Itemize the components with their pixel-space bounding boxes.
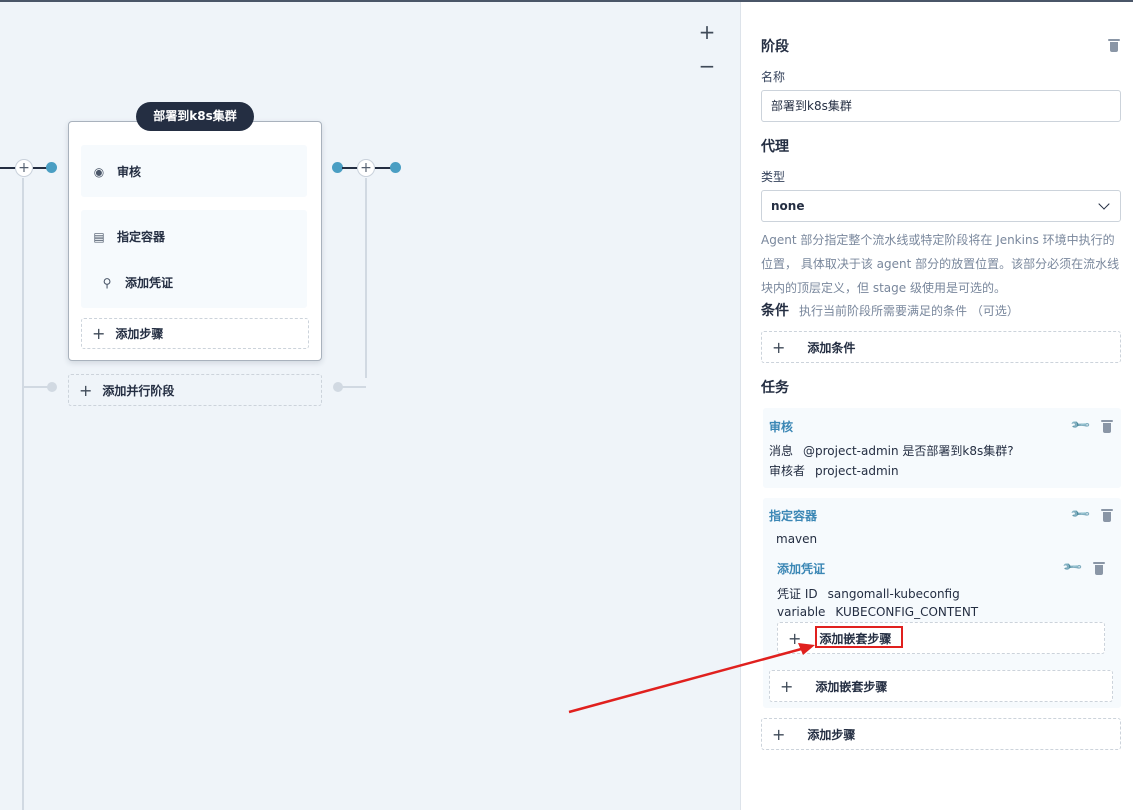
insert-stage-plus-icon[interactable]: + bbox=[357, 159, 375, 177]
connector-dot bbox=[390, 162, 401, 173]
stage-title[interactable]: 部署到k8s集群 bbox=[136, 102, 254, 131]
plus-icon: + bbox=[788, 628, 802, 648]
container-name: maven bbox=[776, 532, 818, 546]
stage-settings-panel: 阶段 名称 部署到k8s集群 代理 类型 none Agent 部分指定整个流水… bbox=[740, 2, 1133, 810]
add-nested-step-label: 添加嵌套步骤 bbox=[815, 679, 888, 694]
add-step-label: 添加步骤 bbox=[115, 327, 164, 341]
stage-name-input[interactable]: 部署到k8s集群 bbox=[761, 90, 1121, 122]
credential-id-key: 凭证 ID bbox=[777, 587, 818, 601]
chevron-down-icon bbox=[1098, 198, 1110, 210]
annotation-highlight-box bbox=[815, 626, 903, 648]
credential-variable: variable KUBECONFIG_CONTENT bbox=[777, 605, 978, 619]
task-container[interactable]: 指定容器 🔧 maven 添加凭证 🔧 凭证 ID sangomall-kubec… bbox=[763, 498, 1121, 708]
edit-wrench-icon[interactable]: 🔧 bbox=[1070, 503, 1092, 525]
task-title: 审核 bbox=[769, 420, 794, 434]
plus-icon: + bbox=[780, 676, 794, 696]
message-value: @project-admin 是否部署到k8s集群? bbox=[803, 444, 1014, 458]
review-icon: ◉ bbox=[93, 164, 105, 179]
stage-card[interactable]: ◉ 审核 ▤ 指定容器 ⚲ 添加凭证 + 添加步骤 bbox=[68, 121, 322, 361]
task-message: 消息 @project-admin 是否部署到k8s集群? bbox=[769, 442, 1014, 459]
edit-wrench-icon[interactable]: 🔧 bbox=[1070, 414, 1092, 436]
name-label: 名称 bbox=[761, 70, 786, 84]
add-condition-button[interactable]: + 添加条件 bbox=[761, 331, 1121, 363]
section-agent-heading: 代理 bbox=[761, 139, 789, 155]
parallel-connector-dot bbox=[333, 382, 343, 392]
delete-task-trash-icon[interactable] bbox=[1101, 508, 1113, 522]
parallel-branch-line bbox=[342, 386, 366, 388]
agent-description: Agent 部分指定整个流水线或特定阶段将在 Jenkins 环境中执行的位置，… bbox=[761, 233, 1120, 295]
delete-nested-task-trash-icon[interactable] bbox=[1093, 561, 1105, 575]
nested-task-title: 添加凭证 bbox=[777, 562, 826, 576]
plus-icon: + bbox=[79, 380, 93, 400]
add-condition-label: 添加条件 bbox=[807, 340, 856, 355]
task-review[interactable]: 审核 🔧 消息 @project-admin 是否部署到k8s集群? 审核者 pro… bbox=[763, 408, 1121, 488]
connector-line bbox=[33, 167, 47, 169]
parallel-branch-line bbox=[24, 386, 48, 388]
credential-id-value: sangomall-kubeconfig bbox=[827, 587, 960, 601]
message-key: 消息 bbox=[769, 444, 794, 458]
section-condition-heading: 条件 bbox=[761, 303, 789, 319]
credential-id: 凭证 ID sangomall-kubeconfig bbox=[777, 585, 960, 602]
add-step-button[interactable]: + 添加步骤 bbox=[81, 318, 309, 349]
reviewer-key: 审核者 bbox=[769, 464, 806, 478]
variable-value: KUBECONFIG_CONTENT bbox=[835, 605, 979, 619]
section-tasks-heading: 任务 bbox=[761, 380, 789, 396]
type-label: 类型 bbox=[761, 170, 786, 184]
connector-line bbox=[0, 167, 16, 169]
step-label: 审核 bbox=[117, 165, 142, 179]
connector-line bbox=[342, 167, 358, 169]
task-reviewer: 审核者 project-admin bbox=[769, 462, 899, 479]
delete-stage-trash-icon[interactable] bbox=[1108, 38, 1120, 52]
add-step-label: 添加步骤 bbox=[807, 727, 856, 742]
container-icon: ▤ bbox=[93, 229, 105, 244]
parallel-branch-line bbox=[365, 178, 367, 378]
key-icon: ⚲ bbox=[102, 275, 112, 290]
step-label: 指定容器 bbox=[117, 230, 166, 244]
step-review[interactable]: ◉ 审核 bbox=[81, 145, 307, 197]
add-parallel-stage-button[interactable]: + 添加并行阶段 bbox=[68, 374, 322, 406]
connector-line bbox=[375, 167, 391, 169]
condition-header: 条件 执行当前阶段所需要满足的条件 （可选） bbox=[761, 300, 1019, 320]
add-parallel-stage-label: 添加并行阶段 bbox=[102, 383, 175, 398]
step-container[interactable]: ▤ 指定容器 ⚲ 添加凭证 bbox=[81, 210, 307, 308]
plus-icon: + bbox=[772, 337, 786, 357]
agent-type-select[interactable]: none bbox=[761, 190, 1121, 222]
connector-dot bbox=[46, 162, 57, 173]
delete-task-trash-icon[interactable] bbox=[1101, 419, 1113, 433]
variable-key: variable bbox=[777, 605, 826, 619]
agent-type-value: none bbox=[771, 199, 805, 213]
parallel-branch-curve bbox=[22, 178, 24, 378]
parallel-connector-dot bbox=[47, 382, 57, 392]
condition-hint: 执行当前阶段所需要满足的条件 （可选） bbox=[799, 304, 1019, 318]
zoom-in-button[interactable]: + bbox=[696, 22, 718, 44]
zoom-out-button[interactable]: − bbox=[696, 56, 718, 78]
edit-wrench-icon[interactable]: 🔧 bbox=[1062, 556, 1084, 578]
reviewer-value: project-admin bbox=[815, 464, 899, 478]
task-title: 指定容器 bbox=[769, 509, 818, 523]
add-step-button[interactable]: + 添加步骤 bbox=[761, 718, 1121, 750]
section-stage-heading: 阶段 bbox=[761, 39, 789, 55]
plus-icon: + bbox=[772, 724, 786, 744]
plus-icon: + bbox=[92, 324, 106, 343]
insert-stage-plus-icon[interactable]: + bbox=[15, 159, 33, 177]
add-nested-step-button-outer[interactable]: + 添加嵌套步骤 bbox=[769, 670, 1113, 702]
step-credential[interactable]: ⚲ 添加凭证 bbox=[99, 274, 173, 291]
pipeline-canvas[interactable]: + − + + ◉ 审核 ▤ 指定容器 ⚲ 添加凭证 + 添加步骤 部署到k8s… bbox=[0, 0, 740, 810]
step-label: 添加凭证 bbox=[125, 276, 174, 290]
